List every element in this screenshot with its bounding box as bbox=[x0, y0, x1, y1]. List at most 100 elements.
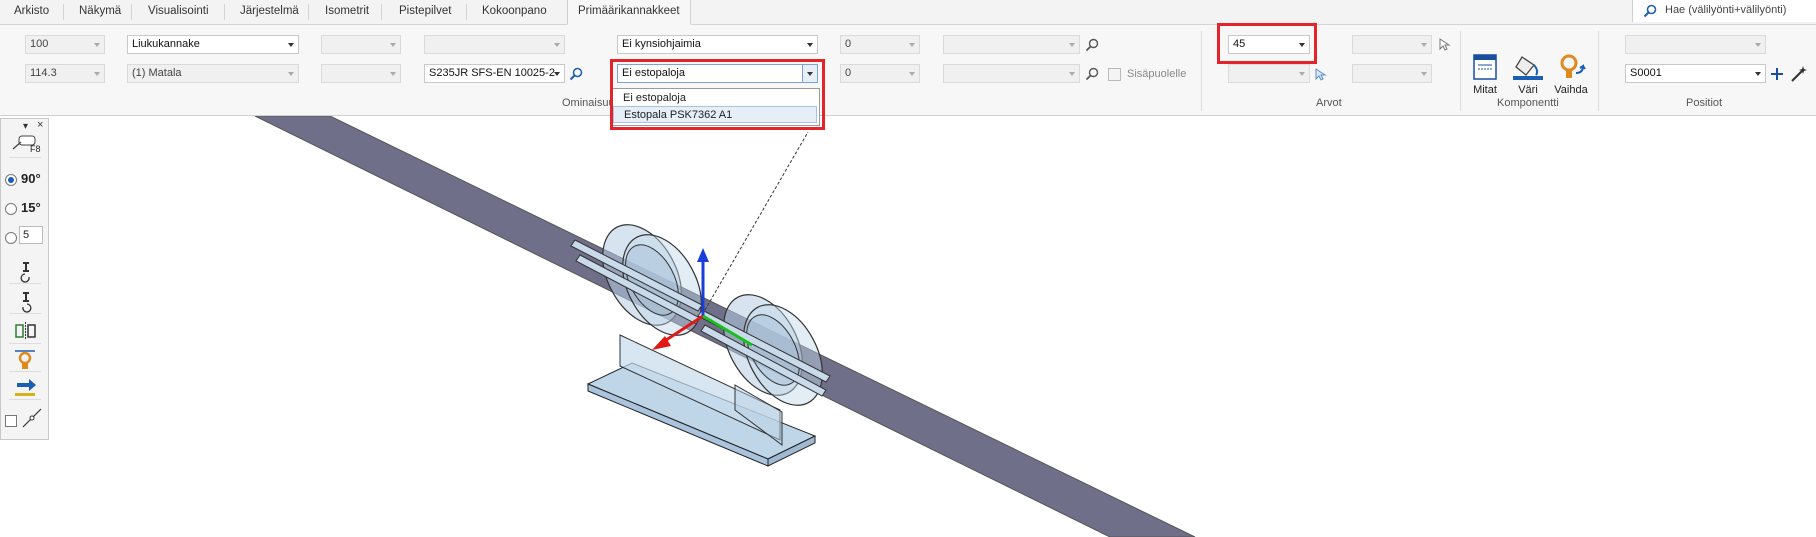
angle-value: 0 bbox=[845, 38, 852, 50]
mitat-label: Mitat bbox=[1473, 84, 1497, 96]
empty-select-6[interactable] bbox=[321, 64, 401, 83]
chevron-down-icon bbox=[1751, 65, 1765, 82]
empty-select-3[interactable] bbox=[943, 35, 1080, 54]
paint-bucket-icon bbox=[1513, 56, 1543, 80]
search-icon bbox=[1643, 4, 1657, 18]
angle-90-label: 90° bbox=[21, 171, 41, 186]
cursor-pick-icon[interactable] bbox=[1437, 37, 1451, 51]
search-placeholder: Hae (välilyönti+välilyönti) bbox=[1665, 4, 1787, 16]
empty-select-5[interactable] bbox=[1625, 35, 1766, 54]
chevron-down-icon bbox=[90, 65, 104, 82]
angle-15-radio[interactable] bbox=[5, 203, 17, 215]
chevron-down-icon bbox=[1065, 36, 1079, 53]
tab-isometrit[interactable]: Isometrit bbox=[325, 0, 369, 23]
group-label-komponentti: Komponentti bbox=[1497, 97, 1559, 109]
guide-value: Ei kynsiohjaimia bbox=[622, 38, 701, 50]
chevron-down-icon bbox=[550, 65, 564, 82]
support-orientation-icon bbox=[15, 350, 35, 369]
close-icon[interactable]: × bbox=[37, 119, 43, 131]
swap-component-icon bbox=[1560, 54, 1586, 78]
diameter-select[interactable]: 114.3 bbox=[25, 64, 105, 83]
vari-button[interactable]: Väri bbox=[1505, 53, 1551, 96]
chevron-down-icon bbox=[803, 36, 817, 53]
measure-line-icon[interactable] bbox=[21, 407, 43, 429]
ribbon-tab-bar: Arkisto Näkymä Visualisointi Järjestelmä… bbox=[0, 0, 1816, 25]
chevron-down-icon bbox=[1065, 65, 1079, 82]
support-orientation-button[interactable] bbox=[9, 347, 41, 372]
rotate-cw-button[interactable] bbox=[9, 289, 41, 314]
chevron-down-icon bbox=[1417, 36, 1431, 53]
rotate-ccw-icon bbox=[20, 262, 30, 283]
tab-primaarikannakkeet[interactable]: Primäärikannakkeet bbox=[567, 0, 691, 25]
cursor-pick-icon[interactable] bbox=[1313, 67, 1327, 81]
empty-select-9[interactable] bbox=[1352, 64, 1432, 83]
chevron-down-icon bbox=[1751, 36, 1765, 53]
guide-select[interactable]: Ei kynsiohjaimia bbox=[617, 35, 818, 54]
tab-kokoonpano[interactable]: Kokoonpano bbox=[482, 0, 547, 23]
chevron-down-icon bbox=[386, 65, 400, 82]
empty-select-7[interactable] bbox=[943, 64, 1080, 83]
magic-wand-icon[interactable] bbox=[1790, 65, 1808, 83]
vaihda-button[interactable]: Vaihda bbox=[1548, 53, 1594, 96]
diameter-value: 114.3 bbox=[30, 67, 57, 79]
line-checkbox[interactable] bbox=[5, 415, 17, 427]
tab-pistepilvet[interactable]: Pistepilvet bbox=[399, 0, 451, 23]
group-label-positiot: Positiot bbox=[1686, 97, 1723, 109]
dimensions-icon bbox=[1473, 54, 1497, 80]
vari-label: Väri bbox=[1518, 84, 1538, 96]
tab-jarjestelma[interactable]: Järjestelmä bbox=[240, 0, 299, 23]
chevron-down-icon bbox=[386, 36, 400, 53]
vaihda-label: Vaihda bbox=[1554, 84, 1588, 96]
height-value: (1) Matala bbox=[132, 67, 182, 79]
tab-nakyma[interactable]: Näkymä bbox=[79, 0, 121, 23]
size-select[interactable]: 100 bbox=[25, 35, 105, 54]
chevron-down-icon bbox=[284, 36, 298, 53]
f8-label: F8 bbox=[30, 144, 41, 154]
empty-select-8[interactable] bbox=[1228, 64, 1310, 83]
ribbon-panel: 100 Liukukannake Ei kynsiohjaimia 0 45 1… bbox=[0, 25, 1816, 116]
chevron-down-icon bbox=[905, 36, 919, 53]
support-type-value: Liukukannake bbox=[132, 38, 200, 50]
highlight-box-value bbox=[1217, 23, 1317, 64]
rotate-ccw-button[interactable] bbox=[9, 259, 41, 284]
material-select[interactable]: S235JR SFS-EN 10025-2 bbox=[424, 64, 565, 83]
rotate-cw-icon bbox=[22, 292, 32, 313]
left-toolbar: ▾ × F8 90° 15° 5 bbox=[0, 118, 49, 440]
custom-angle-input[interactable]: 5 bbox=[19, 226, 43, 244]
snap-button[interactable]: F8 bbox=[9, 133, 41, 158]
position-select[interactable]: S0001 bbox=[1625, 64, 1766, 83]
height-select[interactable]: (1) Matala bbox=[127, 64, 299, 83]
tab-arkisto[interactable]: Arkisto bbox=[14, 0, 49, 23]
search-icon[interactable] bbox=[569, 67, 583, 81]
chevron-down-icon bbox=[1417, 65, 1431, 82]
inside-label: Sisäpuolelle bbox=[1127, 68, 1187, 80]
chevron-down-icon bbox=[550, 36, 564, 53]
flip-button[interactable] bbox=[9, 319, 41, 344]
empty-select-1[interactable] bbox=[321, 35, 401, 54]
support-type-select[interactable]: Liukukannake bbox=[127, 35, 299, 54]
mitat-button[interactable]: Mitat bbox=[1462, 53, 1508, 96]
search-icon[interactable] bbox=[1085, 38, 1099, 52]
move-arrow-icon bbox=[15, 379, 36, 396]
angle-15-label: 15° bbox=[21, 200, 41, 215]
tab-visualisointi[interactable]: Visualisointi bbox=[148, 0, 209, 23]
search-input[interactable]: Hae (välilyönti+välilyönti) bbox=[1632, 0, 1816, 22]
inside-checkbox[interactable] bbox=[1108, 68, 1121, 81]
angle2-select[interactable]: 0 bbox=[840, 64, 920, 83]
empty-select-4[interactable] bbox=[1352, 35, 1432, 54]
chevron-down-icon bbox=[90, 36, 104, 53]
chevron-down-icon bbox=[1295, 65, 1309, 82]
search-icon[interactable] bbox=[1085, 67, 1099, 81]
add-icon[interactable] bbox=[1770, 67, 1784, 81]
move-button[interactable] bbox=[9, 375, 41, 400]
material-value: S235JR SFS-EN 10025-2 bbox=[429, 67, 555, 79]
3d-viewport[interactable] bbox=[50, 116, 1816, 537]
flip-icon bbox=[15, 322, 36, 340]
pin-icon[interactable]: ▾ bbox=[23, 121, 28, 132]
empty-select-2[interactable] bbox=[424, 35, 565, 54]
position-value: S0001 bbox=[1630, 67, 1662, 79]
chevron-down-icon bbox=[284, 65, 298, 82]
angle-90-radio[interactable] bbox=[5, 174, 17, 186]
angle-custom-radio[interactable] bbox=[5, 232, 17, 244]
angle-select[interactable]: 0 bbox=[840, 35, 920, 54]
